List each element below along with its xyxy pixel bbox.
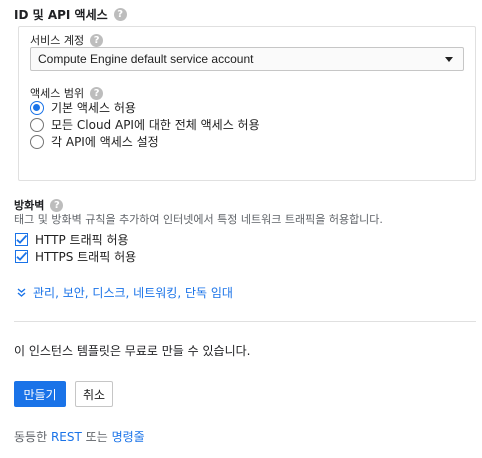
footer-middle: 또는 [85, 430, 108, 444]
advanced-options-link[interactable]: 관리, 보안, 디스크, 네트워킹, 단독 임대 [17, 284, 233, 301]
command-line-link[interactable]: 명령줄 [112, 430, 145, 444]
radio-unselected-icon[interactable] [30, 134, 44, 149]
create-button[interactable]: 만들기 [14, 381, 66, 407]
service-account-label-text: 서비스 계정 [30, 34, 85, 47]
scope-option-label: 기본 액세스 허용 [51, 101, 136, 115]
service-account-value: Compute Engine default service account [38, 52, 254, 66]
scope-option-label: 각 API에 액세스 설정 [51, 135, 159, 149]
checkbox-checked-icon[interactable] [15, 233, 28, 246]
divider [14, 321, 476, 322]
free-template-note: 이 인스턴스 템플릿은 무료로 만들 수 있습니다. [14, 344, 251, 358]
help-icon[interactable]: ? [90, 86, 104, 100]
firewall-description: 태그 및 방화벽 규칙을 추가하여 인터넷에서 특정 네트워크 트래픽을 허용합… [14, 213, 383, 226]
help-icon[interactable]: ? [50, 198, 64, 212]
scope-option-full[interactable]: 모든 Cloud API에 대한 전체 액세스 허용 [30, 116, 260, 133]
footer-prefix: 동등한 [14, 430, 48, 444]
firewall-option-http[interactable]: HTTP 트래픽 허용 [15, 231, 129, 248]
access-section-title: ID 및 API 액세스 ? [14, 6, 127, 23]
access-panel: 서비스 계정 ? Compute Engine default service … [18, 26, 476, 181]
expand-chevron-icon [17, 287, 26, 297]
radio-selected-icon[interactable] [30, 100, 44, 115]
scope-option-label: 모든 Cloud API에 대한 전체 액세스 허용 [51, 118, 260, 132]
scope-option-custom[interactable]: 각 API에 액세스 설정 [30, 133, 159, 150]
service-account-label: 서비스 계정 ? [30, 32, 104, 48]
access-title-text: ID 및 API 액세스 [14, 8, 108, 22]
advanced-options-label: 관리, 보안, 디스크, 네트워킹, 단독 임대 [33, 286, 233, 300]
service-account-select[interactable]: Compute Engine default service account [30, 47, 464, 71]
help-icon[interactable]: ? [90, 33, 104, 47]
help-icon[interactable]: ? [113, 8, 127, 21]
rest-link[interactable]: REST [51, 430, 82, 444]
radio-unselected-icon[interactable] [30, 117, 44, 132]
firewall-option-label: HTTP 트래픽 허용 [35, 233, 129, 247]
dropdown-arrow-icon [445, 57, 453, 62]
cancel-button[interactable]: 취소 [75, 381, 113, 407]
checkbox-checked-icon[interactable] [15, 250, 28, 263]
equivalent-footer: 동등한 REST 또는 명령줄 [14, 428, 145, 445]
scope-option-default[interactable]: 기본 액세스 허용 [30, 99, 136, 116]
firewall-option-https[interactable]: HTTPS 트래픽 허용 [15, 248, 136, 265]
firewall-option-label: HTTPS 트래픽 허용 [35, 250, 137, 264]
